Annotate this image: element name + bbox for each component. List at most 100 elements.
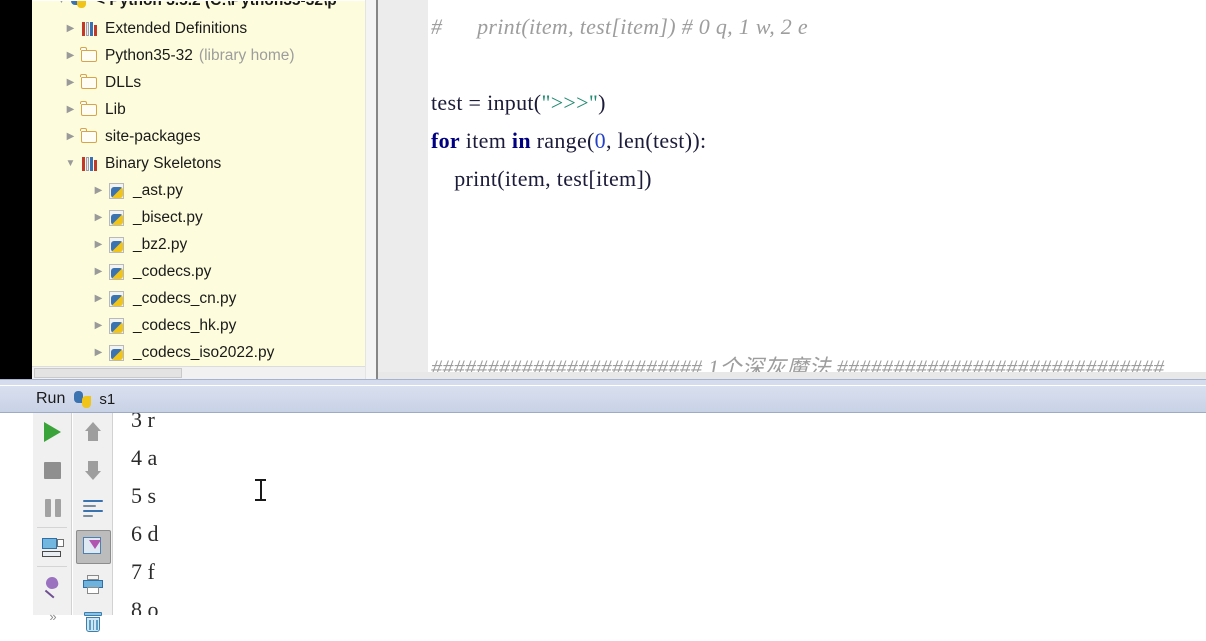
console-output-line: 6 d — [131, 521, 159, 546]
tree-node-label: < Python 3.5.2 (C:\Python35-32\p — [96, 1, 337, 10]
chevron-right-icon[interactable]: ▶ — [89, 185, 108, 196]
chevron-right-icon[interactable]: ▶ — [61, 104, 80, 115]
more-button[interactable]: » — [33, 605, 72, 627]
tree-node-label: Extended Definitions — [105, 19, 248, 37]
tree-node-sublabel: (library home) — [198, 46, 295, 64]
tree-node-python-interpreter[interactable]: ▼ < Python 3.5.2 (C:\Python35-32\p — [32, 1, 337, 13]
tree-node--bisect-py[interactable]: ▶ _bisect.py — [32, 204, 295, 231]
soft-wrap-button[interactable] — [73, 489, 112, 527]
code-editor[interactable]: # print(item, test[item]) # 0 q, 1 w, 2 … — [428, 0, 1206, 379]
chevron-right-icon[interactable]: ▶ — [61, 77, 80, 88]
tree-horizontal-scrollbar-thumb[interactable] — [34, 368, 182, 378]
folder-icon — [80, 46, 100, 65]
code-line[interactable]: for item in range(0, len(test)): — [431, 128, 706, 154]
tree-node--ast-py[interactable]: ▶ _ast.py — [32, 177, 295, 204]
up-button[interactable] — [73, 413, 112, 451]
code-line[interactable]: test = input(">>>") — [431, 90, 606, 116]
run-tool-window: Run s1 » 3 r 4 a 5 s 6 d 7 f 8 o — [0, 385, 1206, 632]
stop-button[interactable] — [33, 451, 72, 489]
code-token: item — [460, 128, 512, 153]
chevron-right-icon[interactable]: ▶ — [89, 212, 108, 223]
tree-node--codecs-cn-py[interactable]: ▶ _codecs_cn.py — [32, 285, 295, 312]
python-logo-icon — [71, 1, 91, 10]
python-file-icon — [108, 344, 128, 362]
run-tab-s1[interactable]: s1 — [99, 391, 115, 408]
console-button[interactable] — [33, 528, 72, 566]
tree-node-label: _codecs.py — [133, 262, 212, 280]
code-token: for — [431, 128, 460, 153]
stop-icon — [44, 461, 61, 479]
chevron-right-icon[interactable]: ▶ — [89, 266, 108, 277]
tree-node-binary-skeletons[interactable]: ▼ Binary Skeletons — [32, 150, 295, 177]
pause-icon — [44, 499, 61, 517]
pin-icon — [43, 575, 63, 599]
tree-node--codecs-hk-py[interactable]: ▶ _codecs_hk.py — [32, 312, 295, 339]
books-icon — [80, 155, 100, 173]
project-tree-scroll[interactable]: ▼ < Python 3.5.2 (C:\Python35-32\p ▶ Exte… — [32, 1, 365, 368]
folder-icon — [80, 100, 100, 119]
code-token: test = — [431, 90, 488, 115]
tree-node-lib[interactable]: ▶ Lib — [32, 96, 295, 123]
tree-node-label: _codecs_hk.py — [133, 316, 237, 334]
chevron-down-icon[interactable]: ▼ — [61, 158, 80, 169]
python-file-icon — [108, 290, 128, 308]
console-output-line: 4 a — [131, 445, 158, 470]
pin-tab-button[interactable] — [33, 567, 72, 605]
chevron-right-icon[interactable]: ▶ — [89, 347, 108, 358]
tree-node--codecs-py[interactable]: ▶ _codecs.py — [32, 258, 295, 285]
chevron-right-icon[interactable]: ▶ — [89, 239, 108, 250]
chevron-double-right-icon: » — [49, 608, 56, 624]
code-line[interactable]: # print(item, test[item]) # 0 q, 1 w, 2 … — [431, 14, 808, 40]
tree-node-label: DLLs — [105, 73, 142, 91]
tree-node-label: _codecs_cn.py — [133, 289, 237, 307]
chevron-right-icon[interactable]: ▶ — [89, 320, 108, 331]
chevron-right-icon[interactable]: ▶ — [61, 23, 80, 34]
python-file-icon — [108, 236, 128, 254]
console-output[interactable]: 3 r 4 a 5 s 6 d 7 f 8 o — [114, 413, 1206, 615]
text-cursor-ibeam — [255, 479, 266, 501]
tree-node-label: _bisect.py — [133, 208, 203, 226]
run-toolbar-right[interactable] — [73, 413, 113, 632]
down-button[interactable] — [73, 451, 112, 489]
print-button[interactable] — [73, 565, 112, 603]
editor-gutter[interactable] — [378, 0, 429, 379]
code-token: in — [511, 128, 531, 153]
code-line[interactable]: print(item, test[item]) — [431, 166, 652, 192]
tree-node-label: Python35-32 — [105, 46, 193, 64]
chevron-right-icon[interactable]: ▶ — [61, 50, 80, 61]
chevron-right-icon[interactable]: ▶ — [61, 131, 80, 142]
code-token: print(item, test[item]) — [431, 166, 652, 191]
tree-node-extended-definitions[interactable]: ▶ Extended Definitions — [32, 15, 295, 42]
run-button[interactable] — [33, 413, 72, 451]
console-output-line: 8 o — [131, 597, 159, 615]
code-token: 0 — [594, 128, 606, 153]
tree-node-site-packages[interactable]: ▶ site-packages — [32, 123, 295, 150]
console-output-line: 7 f — [131, 559, 155, 584]
chevron-down-icon[interactable]: ▼ — [52, 1, 71, 6]
play-icon — [44, 422, 61, 442]
tree-node-list[interactable]: ▶ Extended Definitions ▶ Python35-32 (librar… — [32, 15, 295, 366]
tree-node-python35-32[interactable]: ▶ Python35-32 (library home) — [32, 42, 295, 69]
project-tree-panel[interactable]: ▼ < Python 3.5.2 (C:\Python35-32\p ▶ Exte… — [32, 0, 365, 385]
tree-node-label: _codecs_iso2022.py — [133, 343, 275, 361]
tree-horizontal-scrollbar[interactable] — [32, 366, 365, 379]
pause-button[interactable] — [33, 489, 72, 527]
folder-icon — [80, 127, 100, 146]
code-token: ) — [598, 90, 606, 115]
python-logo-icon — [74, 390, 92, 408]
code-token: range( — [530, 128, 595, 153]
tree-node--bz2-py[interactable]: ▶ _bz2.py — [32, 231, 295, 258]
tree-node-dlls[interactable]: ▶ DLLs — [32, 69, 295, 96]
scroll-to-end-button[interactable] — [73, 527, 112, 565]
print-icon — [82, 574, 103, 594]
chevron-right-icon[interactable]: ▶ — [89, 293, 108, 304]
folder-icon — [80, 73, 100, 92]
tree-node--codecs-iso2022-py[interactable]: ▶ _codecs_iso2022.py — [32, 339, 295, 366]
run-toolbar-left[interactable]: » — [33, 413, 72, 623]
clear-all-button[interactable] — [73, 603, 112, 641]
run-tool-window-header[interactable]: Run s1 — [0, 385, 1206, 413]
tree-node-label: _bz2.py — [133, 235, 188, 253]
tree-node-label: Lib — [105, 100, 126, 118]
trash-icon — [83, 612, 102, 632]
soft-wrap-icon — [82, 499, 103, 517]
